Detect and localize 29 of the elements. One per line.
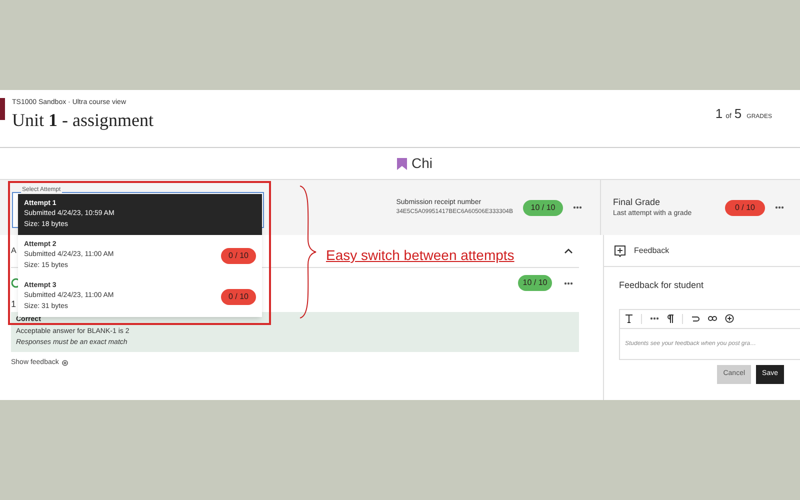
grade-pill[interactable]: 0 / 10 (725, 200, 765, 216)
chevron-up-icon[interactable] (564, 248, 573, 254)
feedback-tab[interactable]: Feedback (634, 244, 670, 256)
text-style-icon[interactable] (625, 314, 633, 323)
add-comment-icon (614, 244, 626, 256)
grade-pill[interactable]: 10 / 10 (518, 275, 552, 291)
feedback-heading: Feedback for student (619, 279, 705, 292)
grade-counter-total: 5 (734, 105, 742, 123)
student-name[interactable]: Chi (411, 153, 432, 174)
more-options-icon[interactable] (650, 317, 659, 320)
final-grade-title: Final Grade (613, 196, 662, 208)
more-options-icon[interactable] (564, 282, 573, 284)
bookmark-icon (397, 158, 408, 170)
question-number: 1 (11, 298, 16, 311)
grade-counter-current: 1 (715, 105, 723, 123)
link-icon[interactable] (708, 316, 717, 321)
grade-pill[interactable]: 0 / 10 (221, 288, 256, 304)
page-title: Unit 1 - assignment (12, 108, 155, 130)
more-options-icon[interactable] (573, 206, 582, 209)
more-options-icon[interactable] (775, 206, 784, 209)
plus-circle-icon[interactable] (62, 360, 68, 366)
plus-circle-icon[interactable] (725, 314, 734, 323)
course-marker (0, 98, 5, 120)
annotation-text: Easy switch between attempts (326, 246, 514, 265)
grade-pill[interactable]: 0 / 10 (221, 248, 256, 264)
paragraph-icon[interactable] (667, 314, 674, 323)
section-heading: A (11, 245, 16, 257)
undo-icon[interactable] (691, 315, 700, 322)
grade-pill[interactable]: 10 / 10 (523, 200, 563, 216)
